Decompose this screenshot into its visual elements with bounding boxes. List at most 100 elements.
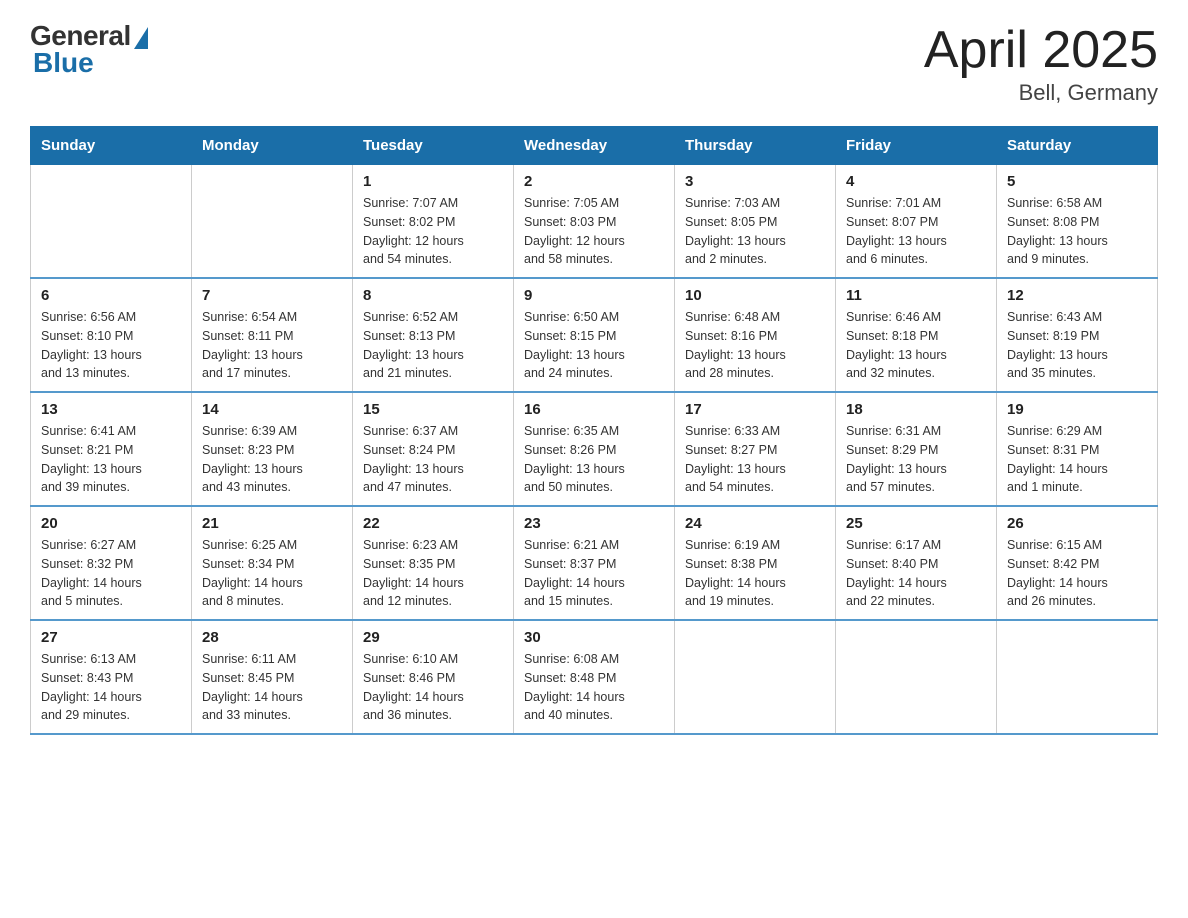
- day-info: Sunrise: 7:01 AM Sunset: 8:07 PM Dayligh…: [846, 194, 986, 269]
- day-number: 15: [363, 401, 503, 418]
- day-number: 25: [846, 515, 986, 532]
- weekday-header-thursday: Thursday: [675, 127, 836, 165]
- logo-blue-text: Blue: [33, 47, 94, 79]
- calendar-cell: 18 Sunrise: 6:31 AM Sunset: 8:29 PM Dayli…: [836, 392, 997, 506]
- calendar-week-row: 20 Sunrise: 6:27 AM Sunset: 8:32 PM Dayli…: [31, 506, 1158, 620]
- day-number: 28: [202, 629, 342, 646]
- day-info: Sunrise: 6:46 AM Sunset: 8:18 PM Dayligh…: [846, 308, 986, 383]
- calendar-cell: 2 Sunrise: 7:05 AM Sunset: 8:03 PM Daylig…: [514, 165, 675, 279]
- calendar-cell: 9 Sunrise: 6:50 AM Sunset: 8:15 PM Daylig…: [514, 278, 675, 392]
- day-info: Sunrise: 6:19 AM Sunset: 8:38 PM Dayligh…: [685, 536, 825, 611]
- calendar-cell: 22 Sunrise: 6:23 AM Sunset: 8:35 PM Dayli…: [353, 506, 514, 620]
- day-number: 5: [1007, 173, 1147, 190]
- day-number: 27: [41, 629, 181, 646]
- day-info: Sunrise: 6:15 AM Sunset: 8:42 PM Dayligh…: [1007, 536, 1147, 611]
- calendar-cell: 12Sunrise: 6:43 AM Sunset: 8:19 PM Dayli…: [997, 278, 1158, 392]
- weekday-header-monday: Monday: [192, 127, 353, 165]
- calendar-cell: [997, 620, 1158, 734]
- day-info: Sunrise: 6:29 AM Sunset: 8:31 PM Dayligh…: [1007, 422, 1147, 497]
- day-number: 10: [685, 287, 825, 304]
- day-info: Sunrise: 6:10 AM Sunset: 8:46 PM Dayligh…: [363, 650, 503, 725]
- day-info: Sunrise: 6:39 AM Sunset: 8:23 PM Dayligh…: [202, 422, 342, 497]
- day-number: 20: [41, 515, 181, 532]
- calendar-cell: 3 Sunrise: 7:03 AM Sunset: 8:05 PM Daylig…: [675, 165, 836, 279]
- day-info: Sunrise: 6:23 AM Sunset: 8:35 PM Dayligh…: [363, 536, 503, 611]
- calendar-cell: 10Sunrise: 6:48 AM Sunset: 8:16 PM Dayli…: [675, 278, 836, 392]
- day-number: 23: [524, 515, 664, 532]
- day-info: Sunrise: 6:54 AM Sunset: 8:11 PM Dayligh…: [202, 308, 342, 383]
- day-number: 18: [846, 401, 986, 418]
- day-number: 11: [846, 287, 986, 304]
- calendar-cell: 13 Sunrise: 6:41 AM Sunset: 8:21 PM Dayli…: [31, 392, 192, 506]
- weekday-header-saturday: Saturday: [997, 127, 1158, 165]
- day-number: 22: [363, 515, 503, 532]
- day-info: Sunrise: 6:50 AM Sunset: 8:15 PM Dayligh…: [524, 308, 664, 383]
- day-info: Sunrise: 6:37 AM Sunset: 8:24 PM Dayligh…: [363, 422, 503, 497]
- day-number: 9: [524, 287, 664, 304]
- calendar-cell: 23 Sunrise: 6:21 AM Sunset: 8:37 PM Dayli…: [514, 506, 675, 620]
- calendar-cell: 16 Sunrise: 6:35 AM Sunset: 8:26 PM Dayli…: [514, 392, 675, 506]
- day-number: 6: [41, 287, 181, 304]
- day-number: 2: [524, 173, 664, 190]
- calendar-cell: 8 Sunrise: 6:52 AM Sunset: 8:13 PM Daylig…: [353, 278, 514, 392]
- calendar-cell: 11 Sunrise: 6:46 AM Sunset: 8:18 PM Dayli…: [836, 278, 997, 392]
- calendar-cell: 17 Sunrise: 6:33 AM Sunset: 8:27 PM Dayli…: [675, 392, 836, 506]
- calendar-cell: 26 Sunrise: 6:15 AM Sunset: 8:42 PM Dayli…: [997, 506, 1158, 620]
- day-info: Sunrise: 6:27 AM Sunset: 8:32 PM Dayligh…: [41, 536, 181, 611]
- weekday-header-friday: Friday: [836, 127, 997, 165]
- day-number: 13: [41, 401, 181, 418]
- day-info: Sunrise: 6:33 AM Sunset: 8:27 PM Dayligh…: [685, 422, 825, 497]
- day-info: Sunrise: 6:41 AM Sunset: 8:21 PM Dayligh…: [41, 422, 181, 497]
- day-number: 26: [1007, 515, 1147, 532]
- calendar-cell: 24 Sunrise: 6:19 AM Sunset: 8:38 PM Dayli…: [675, 506, 836, 620]
- day-info: Sunrise: 6:25 AM Sunset: 8:34 PM Dayligh…: [202, 536, 342, 611]
- day-info: Sunrise: 6:21 AM Sunset: 8:37 PM Dayligh…: [524, 536, 664, 611]
- page-subtitle: Bell, Germany: [924, 80, 1158, 106]
- day-info: Sunrise: 6:08 AM Sunset: 8:48 PM Dayligh…: [524, 650, 664, 725]
- calendar-table: SundayMondayTuesdayWednesdayThursdayFrid…: [30, 126, 1158, 735]
- day-info: Sunrise: 7:05 AM Sunset: 8:03 PM Dayligh…: [524, 194, 664, 269]
- logo: General Blue: [30, 20, 148, 79]
- calendar-cell: 14Sunrise: 6:39 AM Sunset: 8:23 PM Dayli…: [192, 392, 353, 506]
- day-number: 8: [363, 287, 503, 304]
- calendar-cell: [836, 620, 997, 734]
- calendar-cell: 20 Sunrise: 6:27 AM Sunset: 8:32 PM Dayli…: [31, 506, 192, 620]
- calendar-week-row: 13 Sunrise: 6:41 AM Sunset: 8:21 PM Dayli…: [31, 392, 1158, 506]
- day-info: Sunrise: 6:43 AM Sunset: 8:19 PM Dayligh…: [1007, 308, 1147, 383]
- calendar-week-row: 6Sunrise: 6:56 AM Sunset: 8:10 PM Daylig…: [31, 278, 1158, 392]
- calendar-cell: 7Sunrise: 6:54 AM Sunset: 8:11 PM Daylig…: [192, 278, 353, 392]
- day-info: Sunrise: 6:58 AM Sunset: 8:08 PM Dayligh…: [1007, 194, 1147, 269]
- day-info: Sunrise: 6:17 AM Sunset: 8:40 PM Dayligh…: [846, 536, 986, 611]
- calendar-cell: 25 Sunrise: 6:17 AM Sunset: 8:40 PM Dayli…: [836, 506, 997, 620]
- day-info: Sunrise: 6:11 AM Sunset: 8:45 PM Dayligh…: [202, 650, 342, 725]
- calendar-week-row: 27 Sunrise: 6:13 AM Sunset: 8:43 PM Dayli…: [31, 620, 1158, 734]
- day-info: Sunrise: 6:13 AM Sunset: 8:43 PM Dayligh…: [41, 650, 181, 725]
- weekday-header-tuesday: Tuesday: [353, 127, 514, 165]
- calendar-cell: [31, 165, 192, 279]
- day-info: Sunrise: 6:31 AM Sunset: 8:29 PM Dayligh…: [846, 422, 986, 497]
- calendar-cell: 6Sunrise: 6:56 AM Sunset: 8:10 PM Daylig…: [31, 278, 192, 392]
- calendar-cell: [192, 165, 353, 279]
- day-info: Sunrise: 7:07 AM Sunset: 8:02 PM Dayligh…: [363, 194, 503, 269]
- day-info: Sunrise: 6:52 AM Sunset: 8:13 PM Dayligh…: [363, 308, 503, 383]
- calendar-cell: 19 Sunrise: 6:29 AM Sunset: 8:31 PM Dayli…: [997, 392, 1158, 506]
- calendar-cell: 28 Sunrise: 6:11 AM Sunset: 8:45 PM Dayli…: [192, 620, 353, 734]
- day-number: 3: [685, 173, 825, 190]
- day-number: 30: [524, 629, 664, 646]
- day-number: 4: [846, 173, 986, 190]
- weekday-header-wednesday: Wednesday: [514, 127, 675, 165]
- day-number: 24: [685, 515, 825, 532]
- day-number: 21: [202, 515, 342, 532]
- weekday-header-row: SundayMondayTuesdayWednesdayThursdayFrid…: [31, 127, 1158, 165]
- weekday-header-sunday: Sunday: [31, 127, 192, 165]
- day-number: 19: [1007, 401, 1147, 418]
- day-number: 16: [524, 401, 664, 418]
- logo-triangle-icon: [134, 27, 148, 49]
- day-info: Sunrise: 6:35 AM Sunset: 8:26 PM Dayligh…: [524, 422, 664, 497]
- day-info: Sunrise: 7:03 AM Sunset: 8:05 PM Dayligh…: [685, 194, 825, 269]
- day-number: 29: [363, 629, 503, 646]
- calendar-cell: 27 Sunrise: 6:13 AM Sunset: 8:43 PM Dayli…: [31, 620, 192, 734]
- calendar-cell: 4 Sunrise: 7:01 AM Sunset: 8:07 PM Daylig…: [836, 165, 997, 279]
- day-number: 17: [685, 401, 825, 418]
- calendar-cell: [675, 620, 836, 734]
